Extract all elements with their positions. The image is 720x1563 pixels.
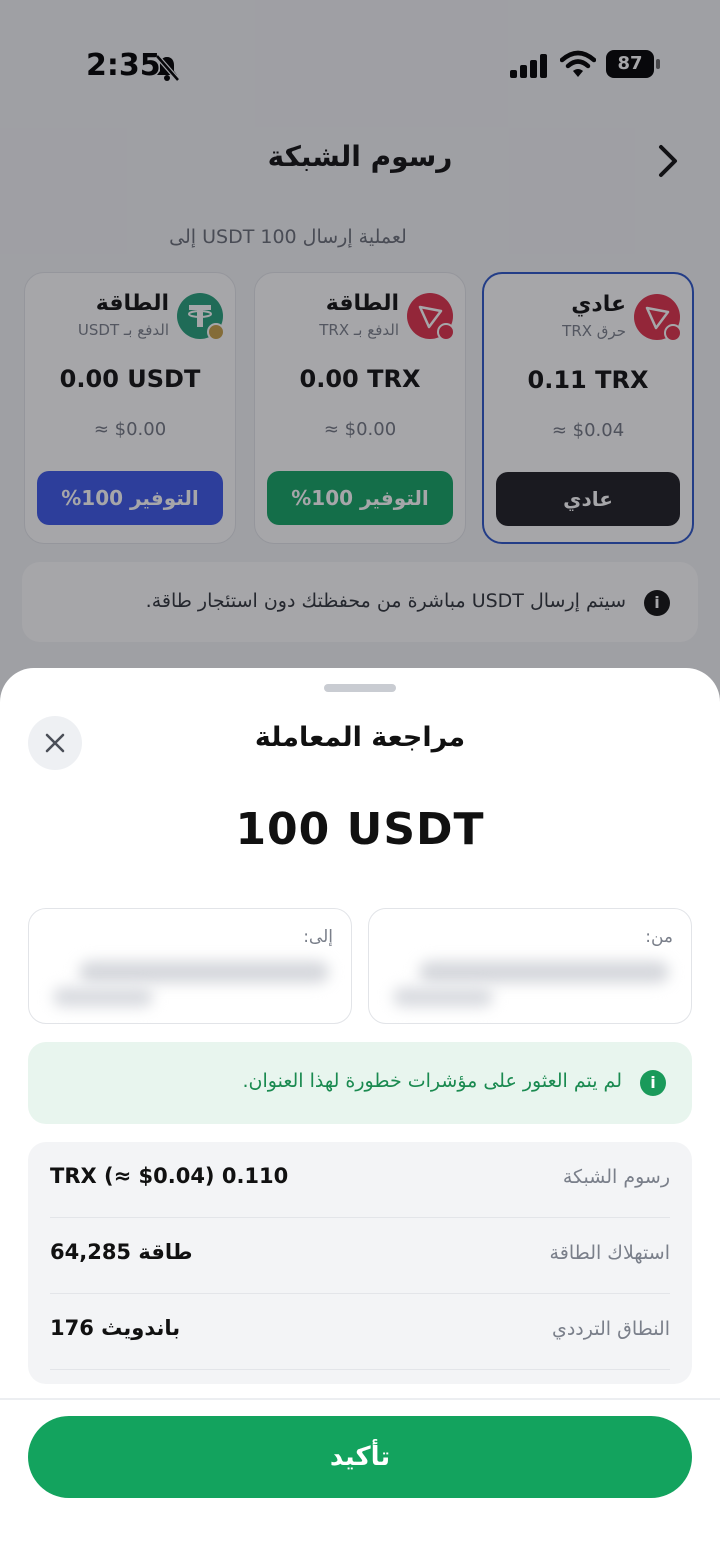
divider [0, 1398, 720, 1400]
detail-row-bandwidth: النطاق الترددي 176 باندويث [50, 1294, 670, 1370]
detail-label: رسوم الشبكة [562, 1166, 670, 1188]
detail-label: استهلاك الطاقة [549, 1242, 670, 1264]
detail-value: 64,285 طاقة [50, 1240, 193, 1264]
to-address-redacted [79, 961, 329, 983]
detail-row-network-fee: رسوم الشبكة TRX (≈ $0.04) 0.110 [50, 1142, 670, 1218]
risk-text: لم يتم العثور على مؤشرات خطورة لهذا العن… [242, 1070, 623, 1092]
sheet-title: مراجعة المعاملة [254, 722, 466, 753]
info-icon: i [640, 1070, 666, 1096]
sheet-handle[interactable] [324, 684, 396, 692]
fee-details: رسوم الشبكة TRX (≈ $0.04) 0.110 استهلاك … [28, 1142, 692, 1384]
from-label: من: [645, 927, 673, 947]
risk-check-banner: i لم يتم العثور على مؤشرات خطورة لهذا ال… [28, 1042, 692, 1124]
detail-row-energy: استهلاك الطاقة 64,285 طاقة [50, 1218, 670, 1294]
to-label: إلى: [303, 927, 333, 947]
to-address-card: إلى: [28, 908, 352, 1024]
detail-value: TRX (≈ $0.04) 0.110 [50, 1164, 289, 1188]
detail-label: النطاق الترددي [551, 1318, 670, 1340]
from-address-redacted [419, 961, 669, 983]
from-address-card: من: [368, 908, 692, 1024]
confirm-button[interactable]: تأكيد [28, 1416, 692, 1498]
review-transaction-sheet: مراجعة المعاملة 100 USDT من: إلى: i لم ي… [0, 668, 720, 1563]
transfer-amount: 100 USDT [235, 804, 485, 855]
detail-value: 176 باندويث [50, 1316, 181, 1340]
